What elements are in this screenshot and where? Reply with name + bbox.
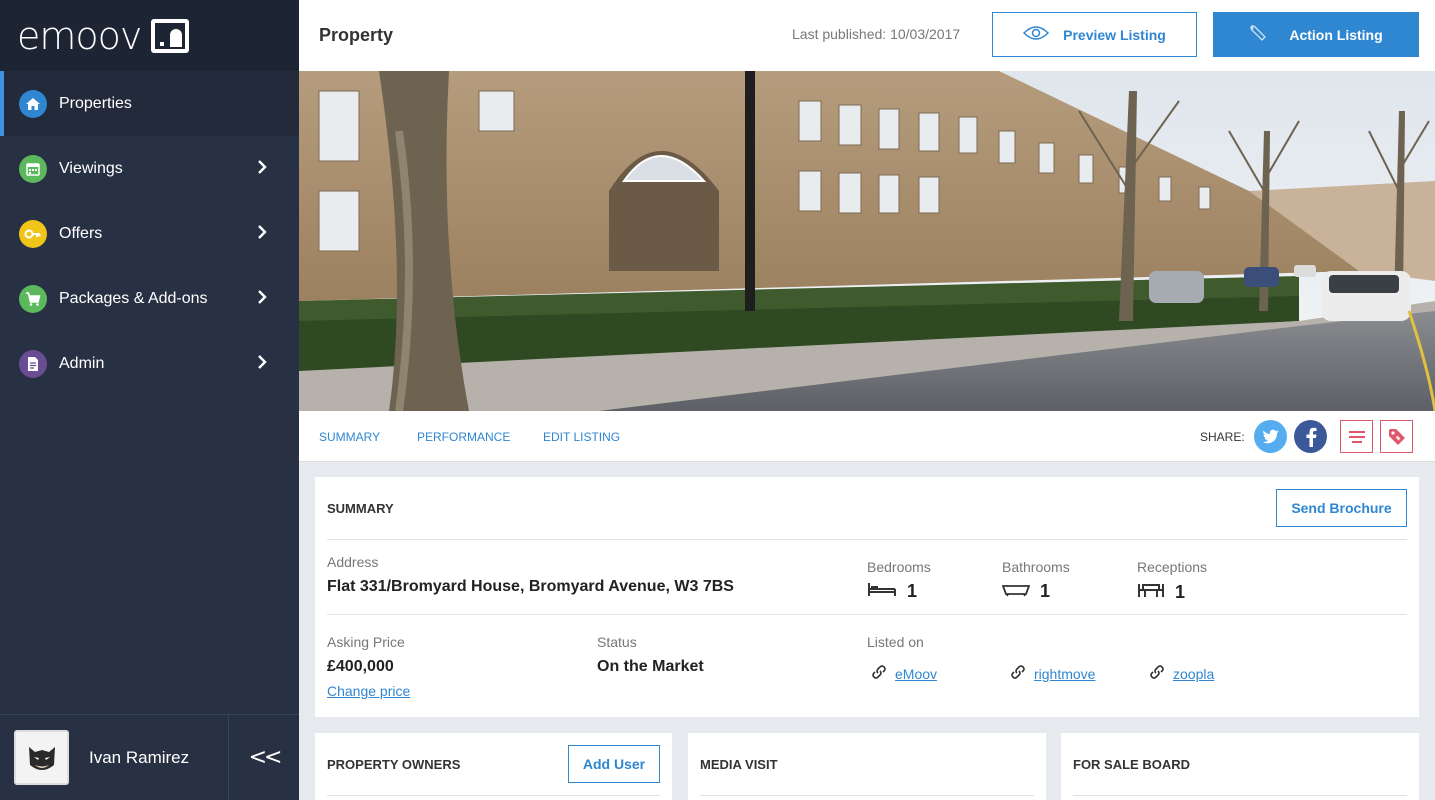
summary-title: SUMMARY <box>327 501 394 516</box>
change-price-link[interactable]: Change price <box>327 683 410 699</box>
summary-card: SUMMARY Send Brochure Address Flat 331/B… <box>315 477 1419 717</box>
bath-icon <box>1001 581 1031 602</box>
chevron-right-icon <box>247 158 277 179</box>
asking-price-value: £400,000 <box>327 658 394 675</box>
divider <box>327 614 1407 615</box>
sidebar-item-admin[interactable]: Admin <box>0 331 299 396</box>
receptions-value: 1 <box>1137 581 1185 604</box>
last-published-text: Last published: 10/03/2017 <box>792 26 961 42</box>
page-title: Property <box>319 25 394 45</box>
tag-icon[interactable] <box>1380 420 1413 453</box>
chevron-right-icon <box>247 288 277 309</box>
receptions-label: Receptions <box>1137 559 1208 575</box>
bed-icon <box>867 581 897 602</box>
sidebar-item-label: Packages & Add-ons <box>59 289 208 307</box>
for-sale-board-title: FOR SALE BOARD <box>1073 757 1190 772</box>
divider <box>327 795 660 796</box>
listed-on-rightmove-label: rightmove <box>1034 665 1096 682</box>
cart-icon <box>19 284 47 313</box>
logo-text: emoov <box>17 13 142 58</box>
chevron-right-icon <box>247 353 277 374</box>
collapse-sidebar-button[interactable]: << <box>229 715 299 800</box>
sidebar-item-label: Properties <box>59 94 132 112</box>
media-visit-card: MEDIA VISIT <box>688 733 1046 800</box>
preview-listing-button[interactable]: Preview Listing <box>992 12 1197 57</box>
tab-summary[interactable]: SUMMARY <box>319 430 380 444</box>
action-listing-button[interactable]: Action Listing <box>1213 12 1419 57</box>
property-hero-image <box>299 71 1435 411</box>
key-icon <box>19 219 47 248</box>
status-label: Status <box>597 634 637 650</box>
bathrooms-count: 1 <box>1040 581 1051 601</box>
address-value: Flat 331/Bromyard House, Bromyard Avenue… <box>327 578 734 595</box>
listed-on-zoopla-link[interactable]: zoopla <box>1149 664 1214 683</box>
wrench-icon <box>1249 24 1267 45</box>
link-icon <box>871 664 887 683</box>
divider <box>1073 795 1407 796</box>
property-owners-title: PROPERTY OWNERS <box>327 757 461 772</box>
listed-on-emoov-link[interactable]: eMoov <box>871 664 937 683</box>
divider <box>327 539 1407 540</box>
calendar-icon <box>19 154 47 183</box>
user-bar: Ivan Ramirez << <box>0 714 299 800</box>
user-name: Ivan Ramirez <box>89 747 190 767</box>
listed-on-emoov-label: eMoov <box>895 665 938 682</box>
sidebar-item-packages[interactable]: Packages & Add-ons <box>0 266 299 331</box>
link-icon <box>1010 664 1026 683</box>
property-owners-card: PROPERTY OWNERS Add User <box>315 733 672 800</box>
for-sale-board-card: FOR SALE BOARD <box>1061 733 1419 800</box>
action-listing-label: Action Listing <box>1289 26 1383 43</box>
sofa-icon <box>1137 581 1165 604</box>
chevron-right-icon <box>247 223 277 244</box>
sidebar-item-viewings[interactable]: Viewings <box>0 136 299 201</box>
eye-icon <box>1023 25 1050 44</box>
text-lines-icon[interactable] <box>1340 420 1373 453</box>
logo-house-icon <box>151 18 190 53</box>
sidebar-item-label: Admin <box>59 354 105 372</box>
listed-on-zoopla-label: zoopla <box>1173 665 1215 682</box>
sidebar: emoov Properties Viewings Offers Package… <box>0 0 299 800</box>
preview-listing-label: Preview Listing <box>1063 26 1166 43</box>
send-brochure-button[interactable]: Send Brochure <box>1276 489 1407 527</box>
sidebar-item-offers[interactable]: Offers <box>0 201 299 266</box>
tab-edit-listing[interactable]: EDIT LISTING <box>543 430 620 444</box>
logo[interactable]: emoov <box>0 0 299 71</box>
avatar <box>14 730 69 785</box>
media-visit-title: MEDIA VISIT <box>700 757 778 772</box>
bedrooms-value: 1 <box>867 581 917 602</box>
document-icon <box>19 349 47 378</box>
sidebar-item-properties[interactable]: Properties <box>0 71 299 136</box>
divider <box>700 795 1034 796</box>
sidebar-item-label: Offers <box>59 224 103 242</box>
facebook-icon[interactable] <box>1294 420 1327 453</box>
bathrooms-label: Bathrooms <box>1002 559 1070 575</box>
home-icon <box>19 89 47 118</box>
tab-performance[interactable]: PERFORMANCE <box>417 430 510 444</box>
bedrooms-label: Bedrooms <box>867 559 931 575</box>
property-tabs: SUMMARY PERFORMANCE EDIT LISTING SHARE: <box>299 411 1435 462</box>
sidebar-item-label: Viewings <box>59 159 123 177</box>
receptions-count: 1 <box>1175 582 1186 602</box>
listed-on-rightmove-link[interactable]: rightmove <box>1010 664 1095 683</box>
bedrooms-count: 1 <box>907 581 918 601</box>
top-header: Property Last published: 10/03/2017 Prev… <box>299 0 1435 71</box>
user-profile[interactable]: Ivan Ramirez <box>0 715 229 800</box>
address-label: Address <box>327 554 379 570</box>
listed-on-label: Listed on <box>867 634 924 650</box>
twitter-icon[interactable] <box>1254 420 1287 453</box>
bathrooms-value: 1 <box>1001 581 1051 602</box>
link-icon <box>1149 664 1165 683</box>
share-label: SHARE: <box>1200 430 1245 444</box>
add-user-button[interactable]: Add User <box>568 745 660 783</box>
asking-price-label: Asking Price <box>327 634 405 650</box>
status-value: On the Market <box>597 658 704 675</box>
